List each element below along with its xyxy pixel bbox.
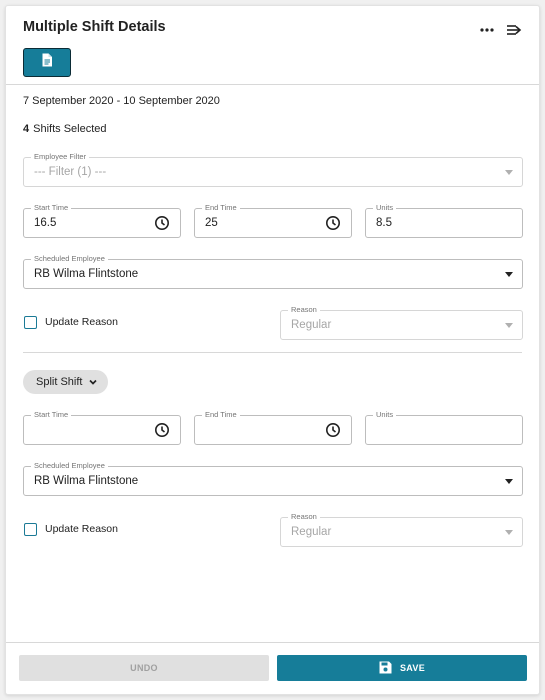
shifts-selected-label: Shifts Selected: [33, 123, 107, 135]
split-reason-select[interactable]: Reason Regular: [280, 512, 523, 547]
clock-icon[interactable]: [154, 422, 170, 438]
chevron-down-icon: [505, 170, 513, 175]
reason-value: Regular: [291, 319, 332, 331]
chevron-down-icon: [505, 530, 513, 535]
split-scheduled-employee-select[interactable]: Scheduled Employee RB Wilma Flintstone: [23, 461, 523, 496]
footer-divider: [6, 642, 539, 643]
split-reason-label: Reason: [288, 512, 320, 522]
save-button[interactable]: SAVE: [277, 655, 527, 681]
chevron-down-icon: [505, 272, 513, 277]
scheduled-employee-label: Scheduled Employee: [31, 254, 108, 264]
clock-icon[interactable]: [325, 422, 341, 438]
shifts-selected: 4 Shifts Selected: [23, 123, 107, 135]
undo-button[interactable]: UNDO: [19, 655, 269, 681]
checkbox-box[interactable]: [24, 522, 37, 536]
chevron-down-icon: [88, 377, 98, 387]
split-end-time-label: End Time: [202, 410, 240, 420]
start-time-input[interactable]: Start Time 16.5: [23, 203, 181, 238]
shift-details-panel: Multiple Shift Details 7 September 2020 …: [5, 5, 540, 695]
split-shift-label: Split Shift: [36, 376, 83, 388]
shift-count: 4: [23, 123, 30, 135]
more-horizontal-icon[interactable]: [478, 21, 496, 39]
split-end-time-input[interactable]: End Time: [194, 410, 352, 445]
clock-icon[interactable]: [325, 215, 341, 231]
scheduled-employee-select[interactable]: Scheduled Employee RB Wilma Flintstone: [23, 254, 523, 289]
scheduled-employee-value: RB Wilma Flintstone: [34, 268, 139, 280]
header-divider: [6, 84, 539, 85]
reason-select[interactable]: Reason Regular: [280, 305, 523, 340]
save-label: SAVE: [399, 663, 426, 673]
arrow-collapse-right-icon[interactable]: [505, 21, 523, 39]
panel-title: Multiple Shift Details: [23, 19, 166, 35]
split-units-label: Units: [373, 410, 397, 420]
chevron-down-icon: [505, 479, 513, 484]
end-time-value: 25: [205, 217, 218, 229]
document-icon: [41, 53, 53, 72]
document-button[interactable]: [23, 48, 71, 77]
end-time-input[interactable]: End Time 25: [194, 203, 352, 238]
section-divider: [23, 352, 522, 353]
split-units-input[interactable]: Units: [365, 410, 523, 445]
employee-filter-label: Employee Filter: [31, 152, 90, 162]
units-value: 8.5: [376, 217, 392, 229]
end-time-label: End Time: [202, 203, 240, 213]
date-range: 7 September 2020 - 10 September 2020: [23, 95, 220, 107]
split-scheduled-employee-value: RB Wilma Flintstone: [34, 475, 139, 487]
units-label: Units: [373, 203, 397, 213]
update-reason-checkbox[interactable]: Update Reason: [24, 314, 118, 330]
update-reason-label: Update Reason: [45, 316, 118, 328]
employee-filter-select[interactable]: Employee Filter --- Filter (1) ---: [23, 152, 523, 187]
units-input[interactable]: Units 8.5: [365, 203, 523, 238]
start-time-value: 16.5: [34, 217, 57, 229]
clock-icon[interactable]: [154, 215, 170, 231]
reason-label: Reason: [288, 305, 320, 315]
split-start-time-label: Start Time: [31, 410, 72, 420]
split-update-reason-checkbox[interactable]: Update Reason: [24, 521, 118, 537]
floppy-disk-icon: [379, 661, 400, 676]
start-time-label: Start Time: [31, 203, 72, 213]
undo-label: UNDO: [130, 663, 158, 673]
employee-filter-value: --- Filter (1) ---: [34, 166, 107, 178]
split-shift-button[interactable]: Split Shift: [23, 370, 109, 394]
chevron-down-icon: [505, 323, 513, 328]
split-reason-value: Regular: [291, 526, 332, 538]
split-start-time-input[interactable]: Start Time: [23, 410, 181, 445]
checkbox-box[interactable]: [24, 315, 37, 329]
split-update-reason-label: Update Reason: [45, 523, 118, 535]
split-scheduled-employee-label: Scheduled Employee: [31, 461, 108, 471]
